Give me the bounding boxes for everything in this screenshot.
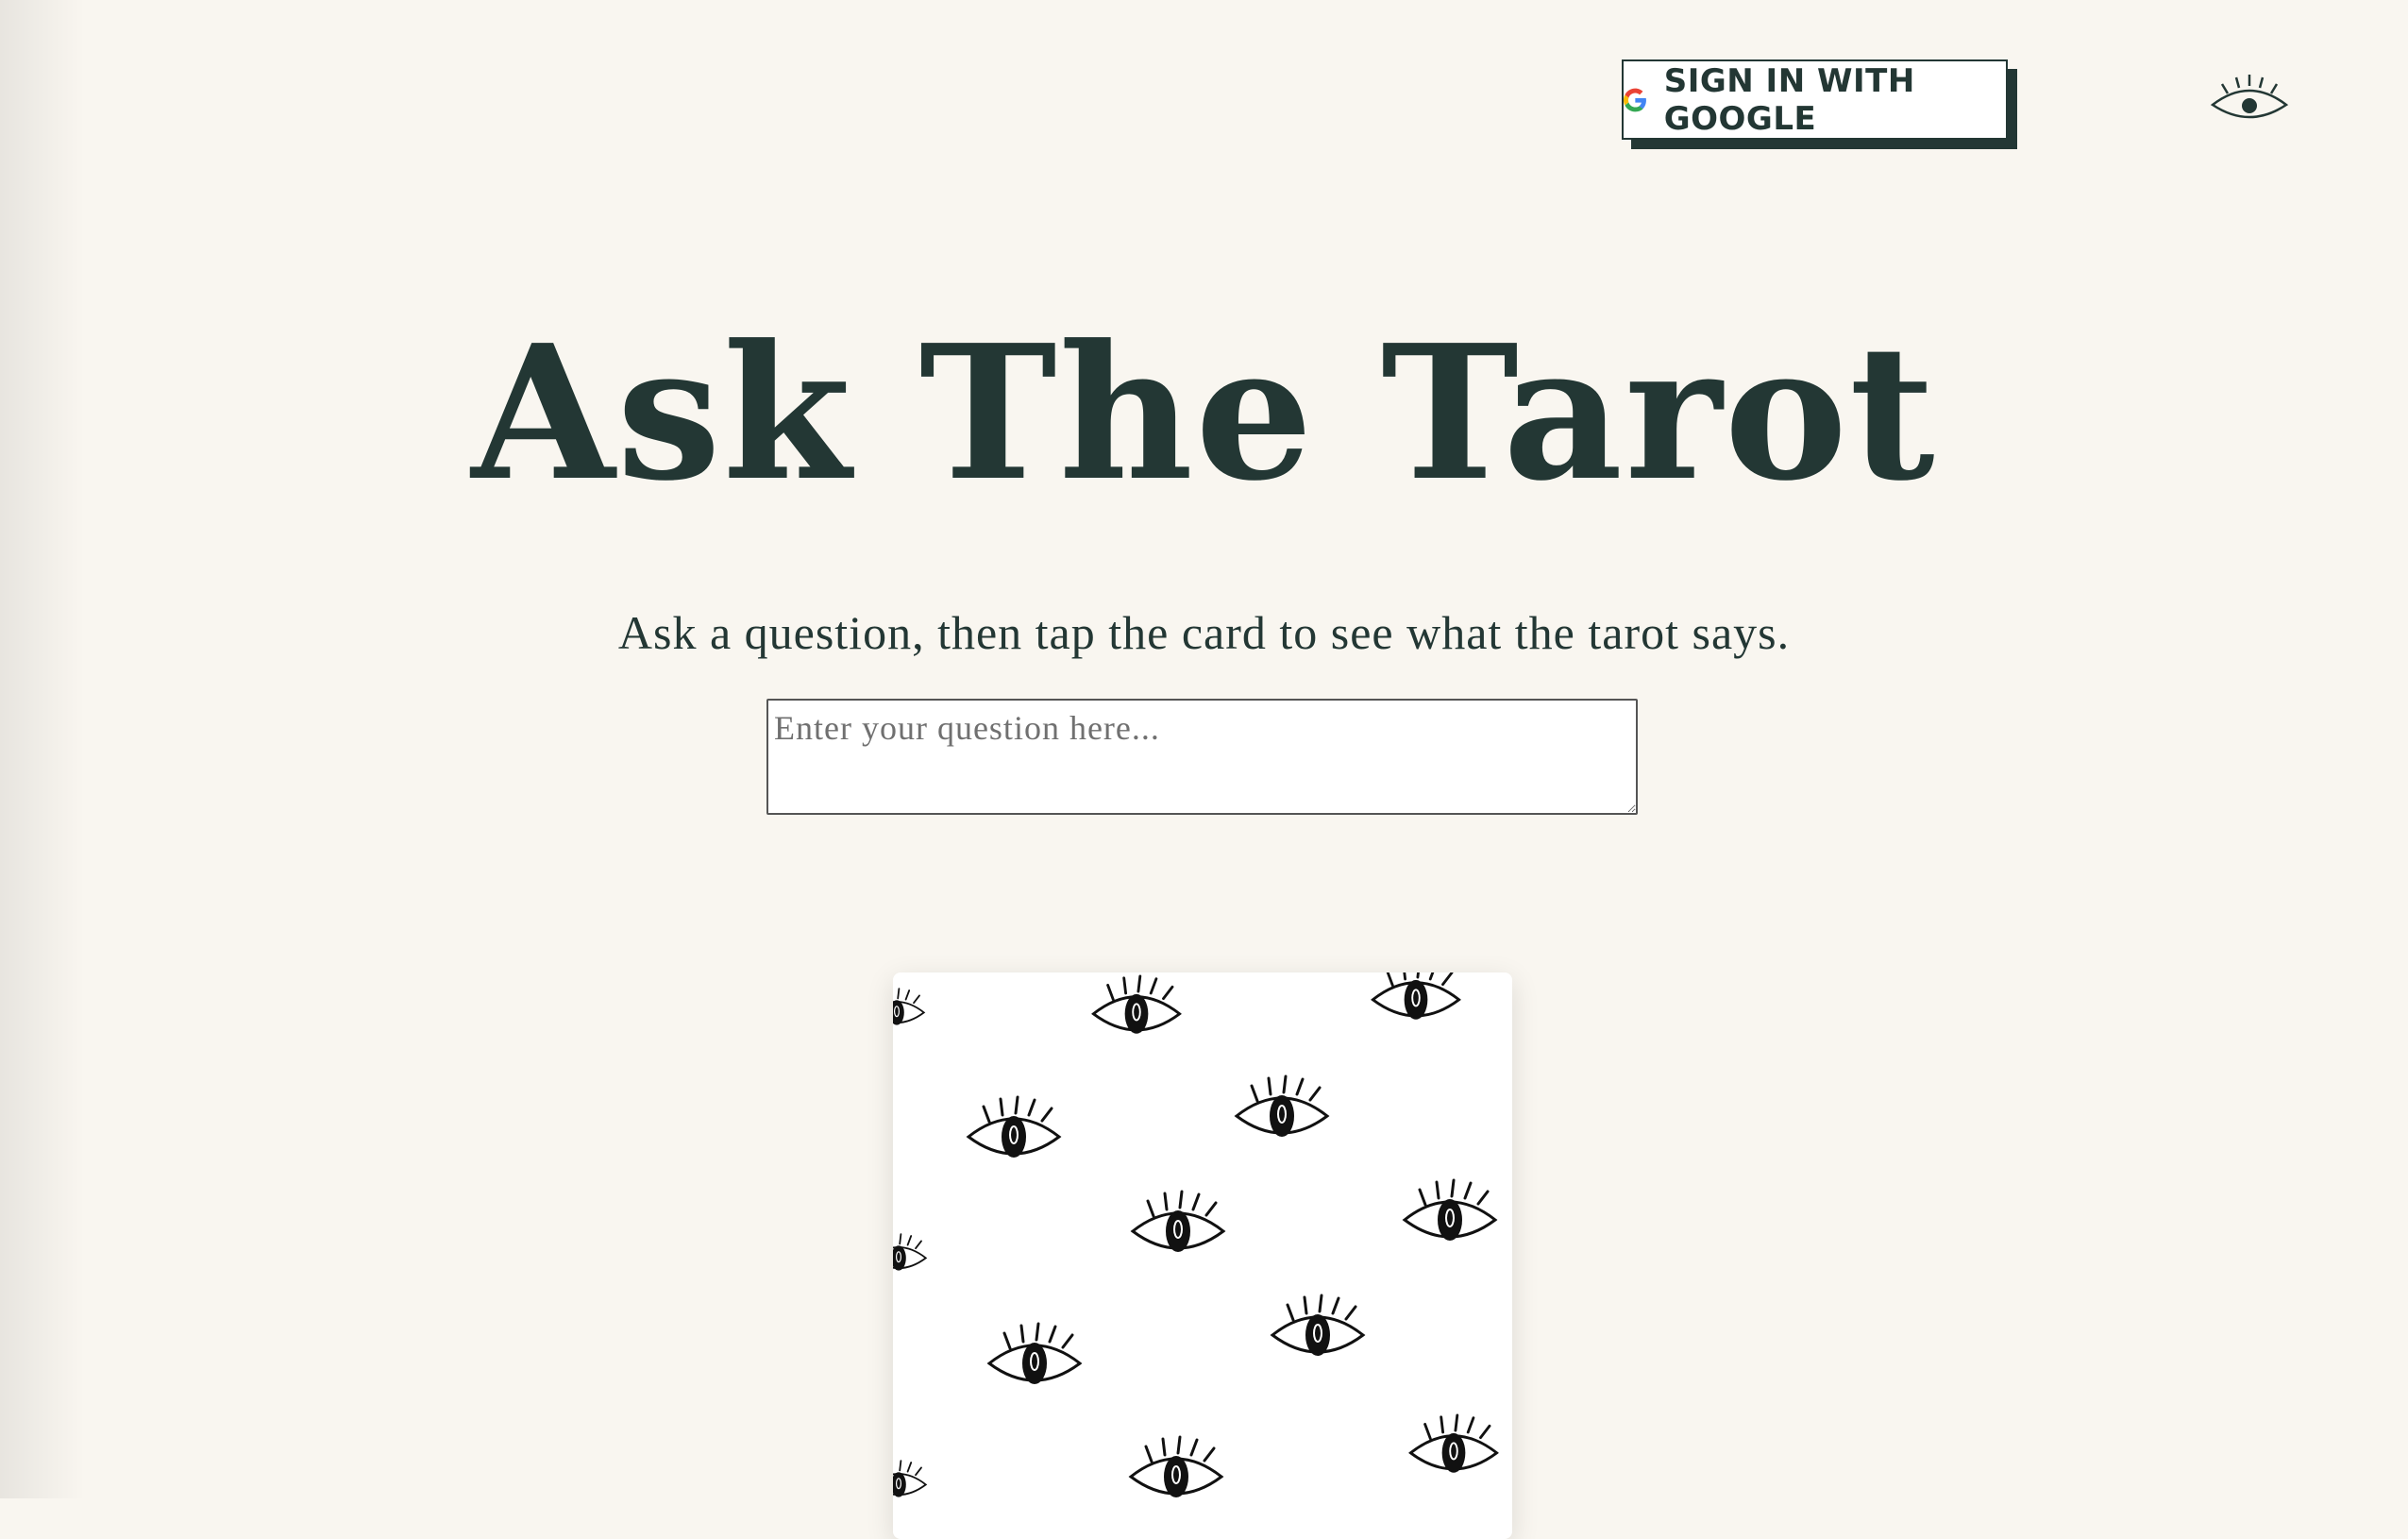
pattern-eye-icon [1408,1413,1499,1473]
pattern-eye-icon [893,1460,928,1497]
page-subtitle: Ask a question, then tap the card to see… [617,606,1791,659]
pattern-eye-icon [986,1322,1083,1384]
sign-in-with-google-button[interactable]: SIGN IN WITH GOOGLE [1622,59,2017,149]
eye-icon [2210,75,2289,119]
pattern-eye-icon [893,1233,928,1271]
question-input[interactable] [766,699,1638,815]
pattern-eye-icon [966,1095,1062,1158]
pattern-eye-icon [1402,1178,1498,1241]
pattern-eye-icon [1371,972,1461,1020]
google-icon [1624,88,1646,111]
pattern-eye-icon [1128,1435,1224,1497]
pattern-eye-icon [1270,1294,1366,1356]
sign-in-label: SIGN IN WITH GOOGLE [1663,61,1915,138]
card-eye-pattern [893,972,1499,1497]
pattern-eye-icon [1234,1074,1330,1137]
pattern-eye-icon [1091,974,1182,1034]
sign-in-button-face[interactable]: SIGN IN WITH GOOGLE [1622,59,2008,140]
page-title: Ask The Tarot [471,305,1937,522]
pattern-eye-icon [1130,1190,1226,1252]
theme-toggle-button[interactable] [2209,71,2290,127]
tarot-card[interactable] [893,972,1512,1539]
pattern-eye-icon [893,988,926,1025]
left-edge-shadow [0,0,85,1498]
